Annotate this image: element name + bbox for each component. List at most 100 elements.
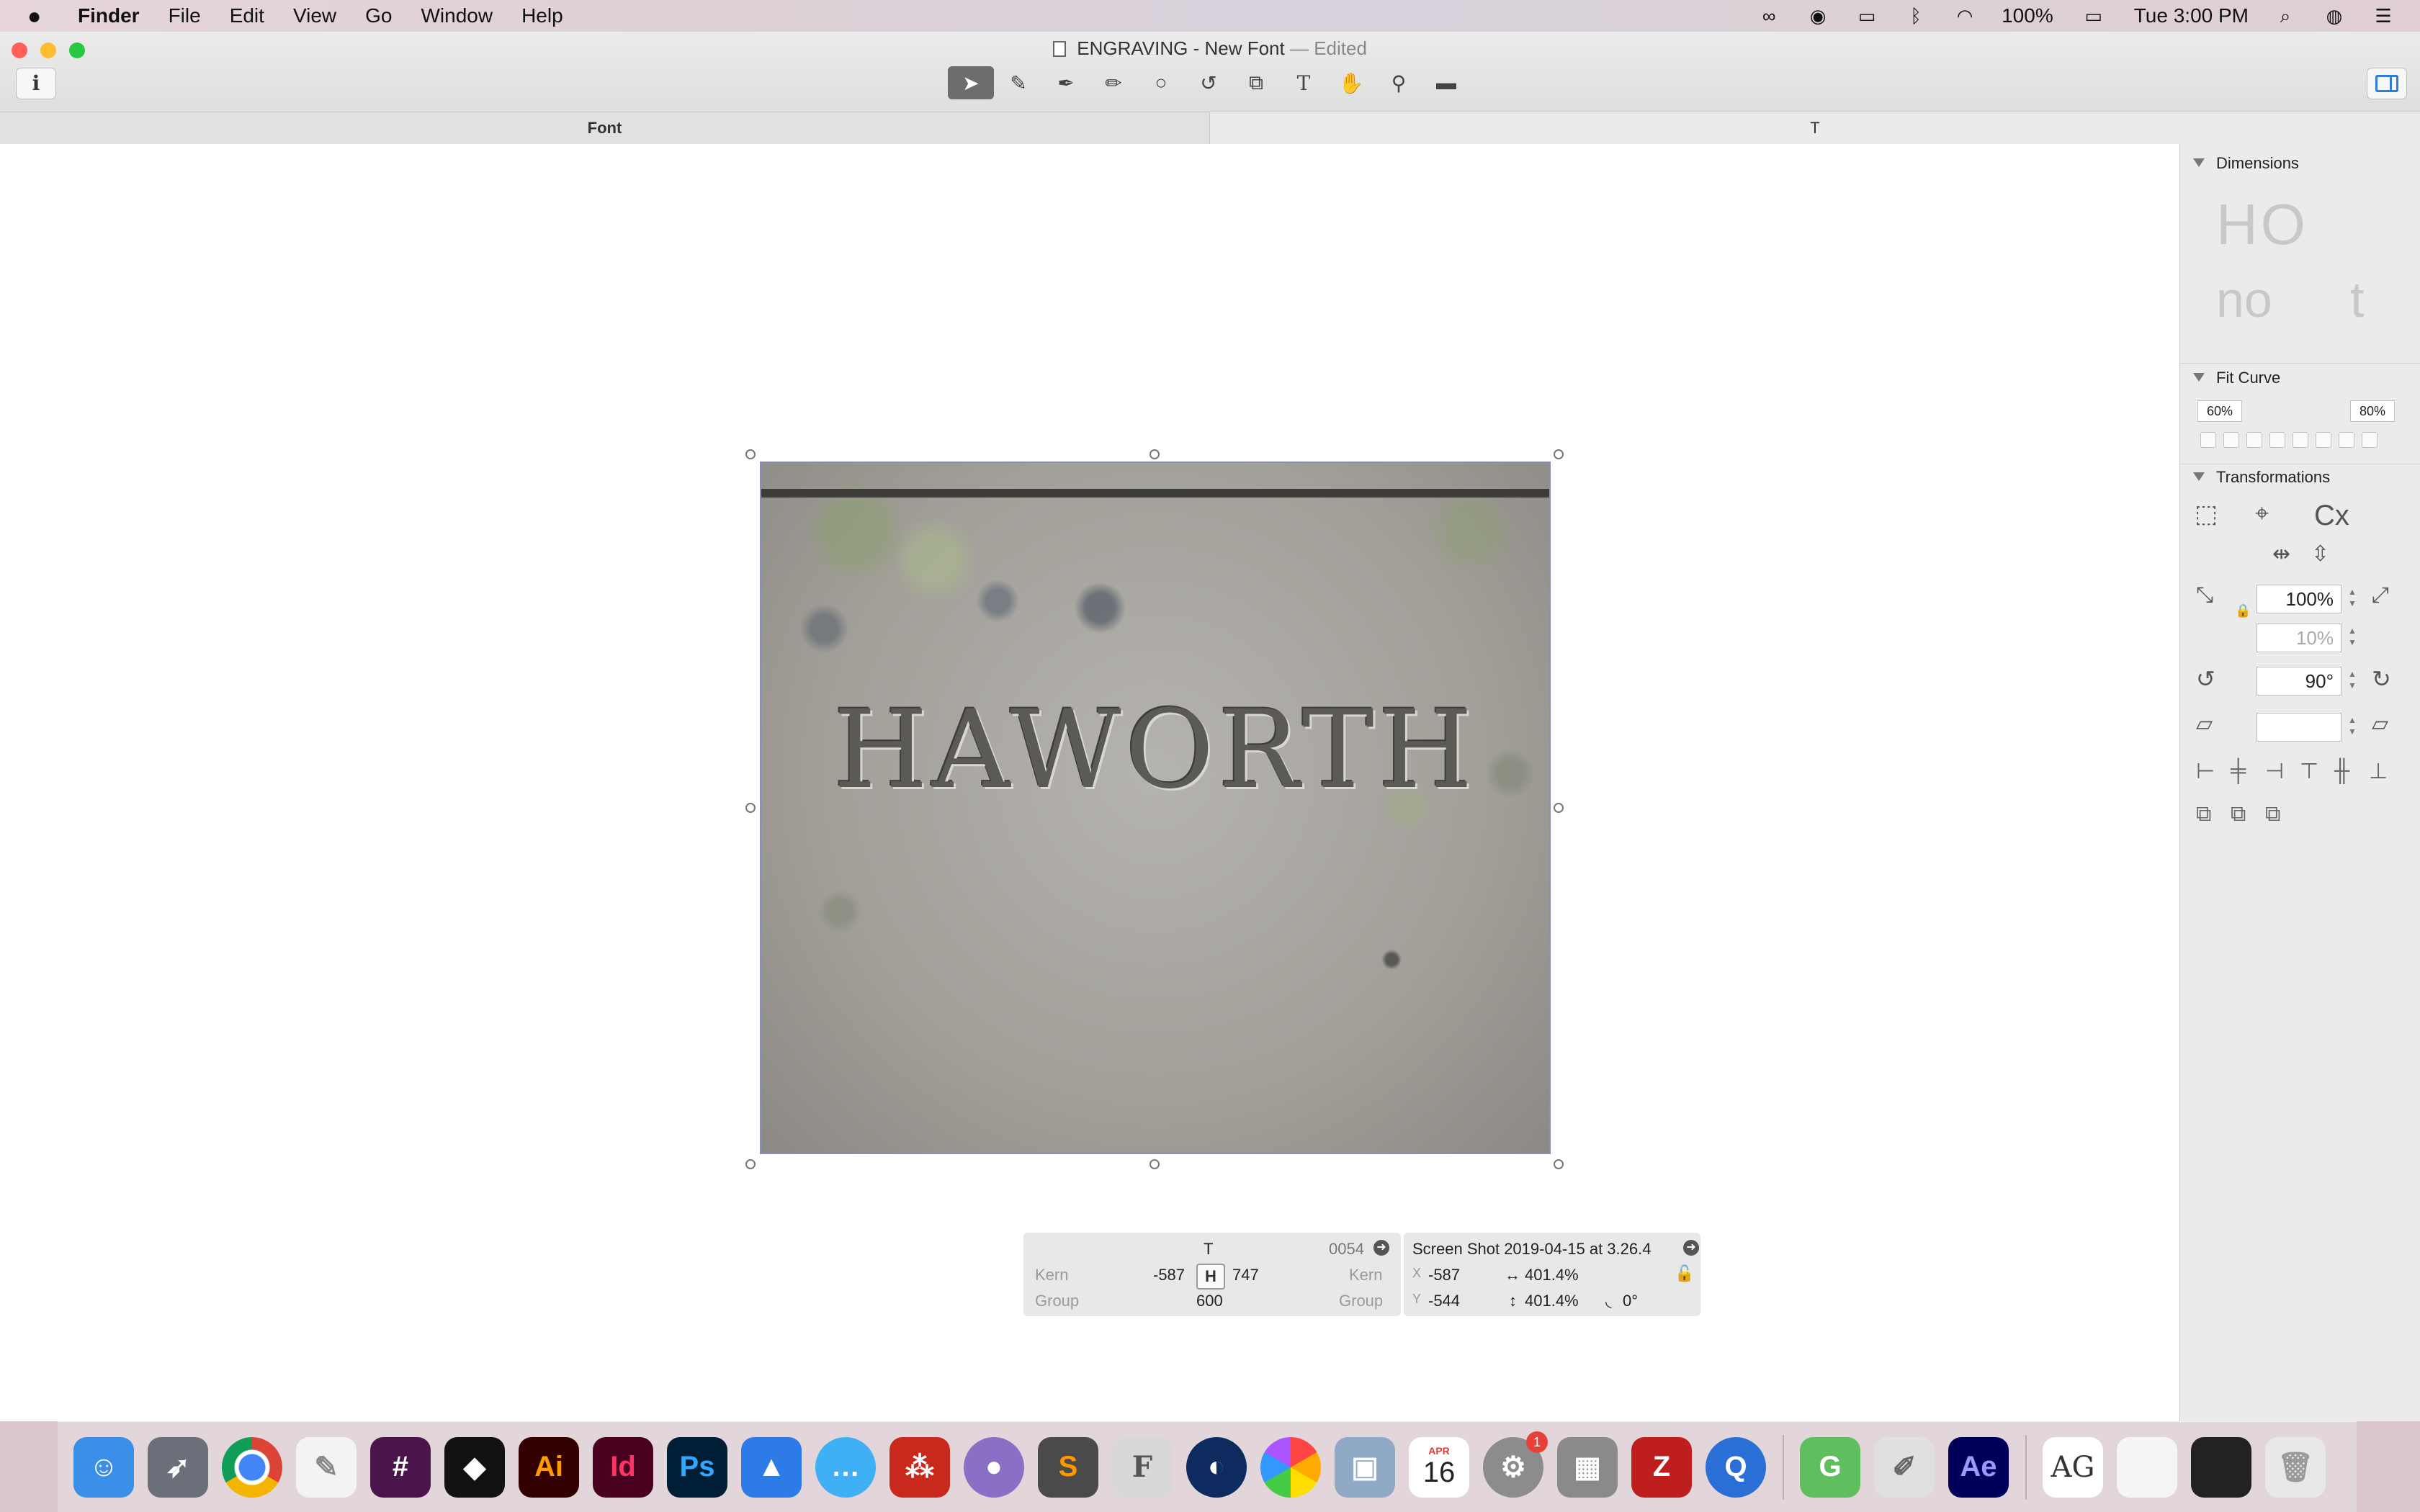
acrobat-icon[interactable]: ⁂: [889, 1436, 950, 1498]
glyphs-icon[interactable]: G: [1800, 1436, 1860, 1498]
rotate-field[interactable]: 90°: [2257, 667, 2341, 696]
flip-horizontal-icon[interactable]: ⇹: [2272, 541, 2290, 567]
scale-up-icon[interactable]: ⤢: [2372, 583, 2389, 608]
system-preferences-icon[interactable]: ⚙ 1: [1483, 1431, 1548, 1498]
image-y-value[interactable]: -544: [1428, 1292, 1460, 1310]
left-kern-value[interactable]: -587: [1153, 1266, 1185, 1284]
scale-field-secondary[interactable]: 10%: [2257, 624, 2341, 652]
creative-cloud-icon[interactable]: ∞: [1757, 5, 1781, 27]
disclosure-triangle-icon[interactable]: [2193, 472, 2205, 481]
subtract-icon[interactable]: ⧉: [2231, 802, 2246, 827]
scale-stepper-secondary[interactable]: ▲ ▼: [2346, 625, 2359, 651]
zoom-tool-icon[interactable]: ⚲: [1376, 66, 1422, 99]
menu-file[interactable]: File: [169, 4, 201, 27]
scale-down-icon[interactable]: ⤡: [2196, 583, 2213, 608]
fit-curve-min[interactable]: 60%: [2197, 400, 2242, 422]
image-scale-x-value[interactable]: 401.4%: [1525, 1266, 1579, 1284]
fit-curve-swatch[interactable]: [2293, 432, 2308, 448]
menu-window[interactable]: Window: [421, 4, 493, 27]
sublime-icon[interactable]: S: [1038, 1436, 1098, 1498]
unicode-value[interactable]: 0054: [1329, 1240, 1364, 1259]
disclosure-triangle-icon[interactable]: [2193, 373, 2205, 382]
text-tool-icon[interactable]: T: [1281, 66, 1327, 99]
tab-glyph-t[interactable]: T: [1210, 112, 2420, 144]
downloads-stack-icon[interactable]: [2191, 1436, 2251, 1498]
fit-curve-header[interactable]: Fit Curve: [2193, 367, 2280, 389]
align-bottom-icon[interactable]: ⊥: [2369, 759, 2388, 784]
sidebar-toggle-button[interactable]: [2367, 68, 2407, 99]
calculator-icon[interactable]: ▦: [1557, 1436, 1618, 1498]
bluetooth-icon[interactable]: ᛒ: [1904, 5, 1928, 27]
align-center-icon[interactable]: ╪: [2231, 759, 2246, 783]
menu-view[interactable]: View: [293, 4, 336, 27]
menu-go[interactable]: Go: [365, 4, 392, 27]
illustrator-icon[interactable]: Ai: [519, 1436, 579, 1498]
fit-curve-swatch[interactable]: [2362, 432, 2378, 448]
notification-center-icon[interactable]: ☰: [2371, 5, 2396, 27]
glyph-name[interactable]: T: [1204, 1240, 1213, 1259]
disclosure-triangle-icon[interactable]: [2193, 158, 2205, 167]
measure-tool-icon[interactable]: ▬: [1423, 66, 1469, 99]
background-image[interactable]: HAWORTH: [760, 462, 1551, 1154]
align-left-icon[interactable]: ⊢: [2196, 759, 2215, 784]
chrome-icon[interactable]: [222, 1436, 282, 1498]
custom-origin-icon[interactable]: Cx: [2314, 500, 2349, 532]
wifi-icon[interactable]: ◠: [1953, 5, 1977, 27]
menu-help[interactable]: Help: [521, 4, 563, 27]
tab-font[interactable]: Font: [0, 112, 1210, 144]
photoshop-icon[interactable]: Ps: [667, 1436, 727, 1498]
pen-tool-icon[interactable]: ✒: [1043, 66, 1089, 99]
airplay-icon[interactable]: ▭: [1855, 5, 1879, 27]
scale-stepper[interactable]: ▲ ▼: [2346, 586, 2359, 612]
cinema4d-icon[interactable]: ◐: [1186, 1436, 1247, 1498]
image-arrow-icon[interactable]: ➜: [1683, 1240, 1699, 1256]
proportional-lock-icon[interactable]: 🔒: [2235, 603, 2251, 618]
documents-stack-icon[interactable]: [2117, 1436, 2177, 1498]
resize-handle-bottom-right[interactable]: [1554, 1159, 1564, 1169]
indesign-icon[interactable]: Id: [593, 1436, 653, 1498]
fit-curve-swatch[interactable]: [2200, 432, 2216, 448]
bounding-box-origin-icon[interactable]: ⬚: [2195, 500, 2218, 528]
crosshair-origin-icon[interactable]: ⌖: [2255, 500, 2269, 528]
rotate-ccw-icon[interactable]: ↺: [2196, 665, 2215, 693]
draw-tool-icon[interactable]: ✎: [995, 66, 1041, 99]
scale-field[interactable]: 100%: [2257, 585, 2341, 613]
lock-icon[interactable]: 🔓: [1675, 1264, 1694, 1283]
font-stack-icon[interactable]: AG: [2043, 1436, 2103, 1498]
clock[interactable]: Tue 3:00 PM: [2134, 4, 2249, 27]
resize-handle-top-right[interactable]: [1554, 449, 1564, 459]
battery-icon[interactable]: ▭: [2078, 5, 2110, 27]
font-book-icon[interactable]: ✐: [1874, 1436, 1935, 1498]
pencil-tool-icon[interactable]: ✏: [1090, 66, 1137, 99]
resize-handle-top[interactable]: [1150, 449, 1160, 459]
fit-curve-max[interactable]: 80%: [2350, 400, 2395, 422]
github-icon[interactable]: ●: [964, 1436, 1024, 1498]
info-button[interactable]: i: [16, 68, 56, 99]
scale-tool-icon[interactable]: ⧉: [1233, 66, 1279, 99]
pointer-tool-icon[interactable]: ➤: [948, 66, 994, 99]
resize-handle-left[interactable]: [745, 803, 756, 813]
quicktime-icon[interactable]: Q: [1706, 1436, 1766, 1498]
trash-icon[interactable]: 🗑: [2265, 1436, 2326, 1498]
slant-field[interactable]: [2257, 713, 2341, 742]
dimensions-header[interactable]: Dimensions: [2193, 153, 2299, 174]
rotate-stepper[interactable]: ▲ ▼: [2346, 668, 2359, 694]
align-right-icon[interactable]: ⊣: [2265, 759, 2284, 784]
apple-menu-icon[interactable]: ●: [27, 3, 56, 30]
rotate-tool-icon[interactable]: ↺: [1186, 66, 1232, 99]
photos-icon[interactable]: [1260, 1436, 1321, 1498]
flip-vertical-icon[interactable]: ⇳: [2311, 541, 2329, 567]
rotate-cw-icon[interactable]: ↻: [2372, 665, 2391, 693]
menu-edit[interactable]: Edit: [230, 4, 264, 27]
intersect-icon[interactable]: ⧉: [2265, 802, 2280, 827]
filezilla-icon[interactable]: Z: [1631, 1436, 1692, 1498]
messages-icon[interactable]: …: [815, 1436, 876, 1498]
slant-left-icon[interactable]: ▱: [2196, 711, 2213, 737]
image-rotation-value[interactable]: 0°: [1623, 1292, 1638, 1310]
fit-curve-swatch[interactable]: [2339, 432, 2354, 448]
union-icon[interactable]: ⧉: [2196, 802, 2211, 827]
textedit-icon[interactable]: ✎: [296, 1436, 357, 1498]
fit-curve-swatch[interactable]: [2269, 432, 2285, 448]
align-middle-icon[interactable]: ╫: [2334, 759, 2349, 783]
after-effects-icon[interactable]: Ae: [1948, 1436, 2009, 1498]
